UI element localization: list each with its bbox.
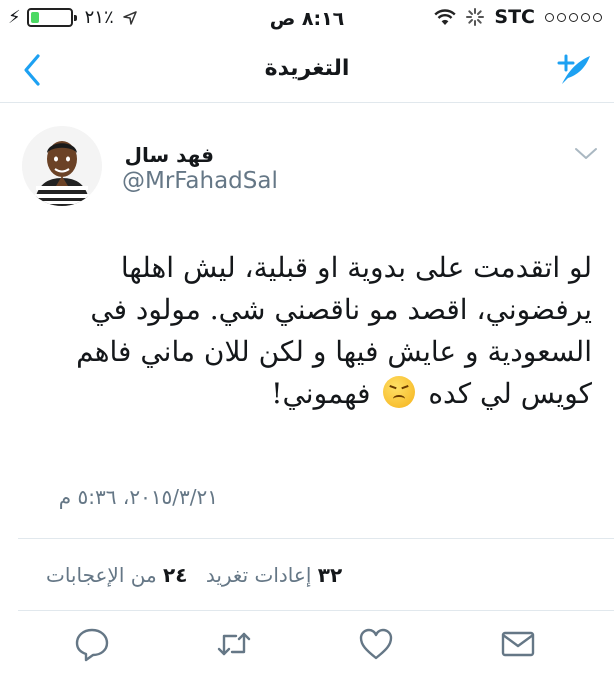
signal-dots-icon — [545, 12, 602, 22]
reply-icon[interactable] — [72, 624, 112, 664]
tweet-text-end: فهموني! — [271, 377, 371, 410]
persevering-face-emoji-icon — [383, 376, 416, 408]
author-handle[interactable]: @MrFahadSal — [122, 168, 278, 194]
status-right: STC — [434, 6, 602, 28]
carrier-name: STC — [494, 6, 535, 28]
tweet-text: لو اتقدمت على بدوية او قبلية، ليش اهلها … — [28, 247, 592, 415]
action-bar — [0, 624, 614, 668]
chevron-down-icon[interactable] — [573, 146, 599, 162]
tweet-stats: ٣٢ إعادات تغريد ٢٤ من الإعجابات — [34, 563, 342, 587]
compose-feather-icon[interactable] — [556, 50, 596, 90]
likes-label: من الإعجابات — [46, 563, 157, 587]
tweet-timestamp: ٢٠١٥/٣/٢١، ٥:٣٦ م — [58, 485, 218, 509]
likes-stat[interactable]: ٢٤ من الإعجابات — [46, 563, 187, 587]
divider — [18, 538, 614, 539]
retweets-count: ٣٢ — [317, 563, 343, 587]
avatar-illustration — [22, 126, 102, 206]
nav-bar: التغريدة — [0, 38, 614, 103]
retweet-icon[interactable] — [214, 624, 254, 664]
share-envelope-icon[interactable] — [498, 624, 538, 664]
wifi-icon — [434, 8, 457, 25]
avatar[interactable] — [22, 126, 102, 206]
like-heart-icon[interactable] — [356, 624, 396, 664]
retweets-label: إعادات تغريد — [205, 563, 312, 587]
activity-spinner-icon — [466, 8, 485, 26]
divider — [18, 610, 614, 611]
likes-count: ٢٤ — [163, 563, 188, 587]
author-name[interactable]: فهد سال — [125, 143, 214, 167]
retweets-stat[interactable]: ٣٢ إعادات تغريد — [206, 563, 342, 587]
status-bar: ⚡ ٢١٪ ٨:١٦ ص STC — [0, 0, 614, 38]
page-title: التغريدة — [264, 56, 350, 81]
